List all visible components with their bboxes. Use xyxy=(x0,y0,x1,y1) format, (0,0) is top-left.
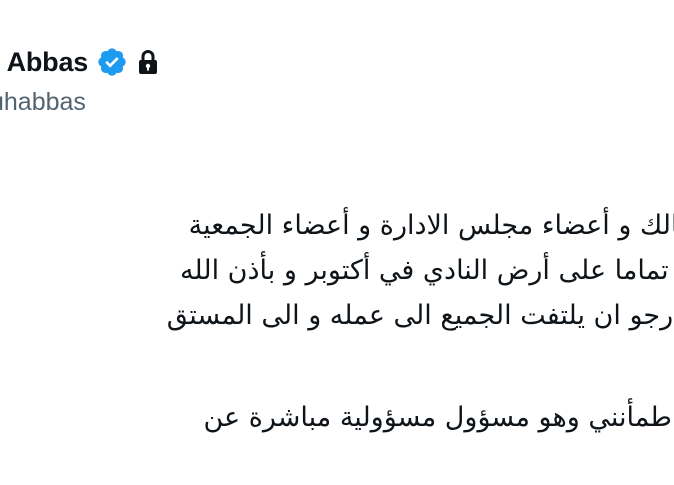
tweet-line: مأنت تماما على أرض النادي في أكتوبر و بأ… xyxy=(179,255,674,286)
tweet-line: ي و ارجو ان يلتفت الجميع الى عمله و الى … xyxy=(166,300,674,331)
tweet-line: معه و طمأنني وهو مسؤول مسؤولية مباشرة عن xyxy=(203,402,674,433)
tweet-screenshot: n Abbas uhabbas ي الزمالك و أعضاء مجلس ا… xyxy=(0,0,674,485)
tweet-text: ي الزمالك و أعضاء مجلس الادارة و أعضاء ا… xyxy=(0,0,674,485)
tweet-line: ي الزمالك و أعضاء مجلس الادارة و أعضاء ا… xyxy=(188,210,674,241)
